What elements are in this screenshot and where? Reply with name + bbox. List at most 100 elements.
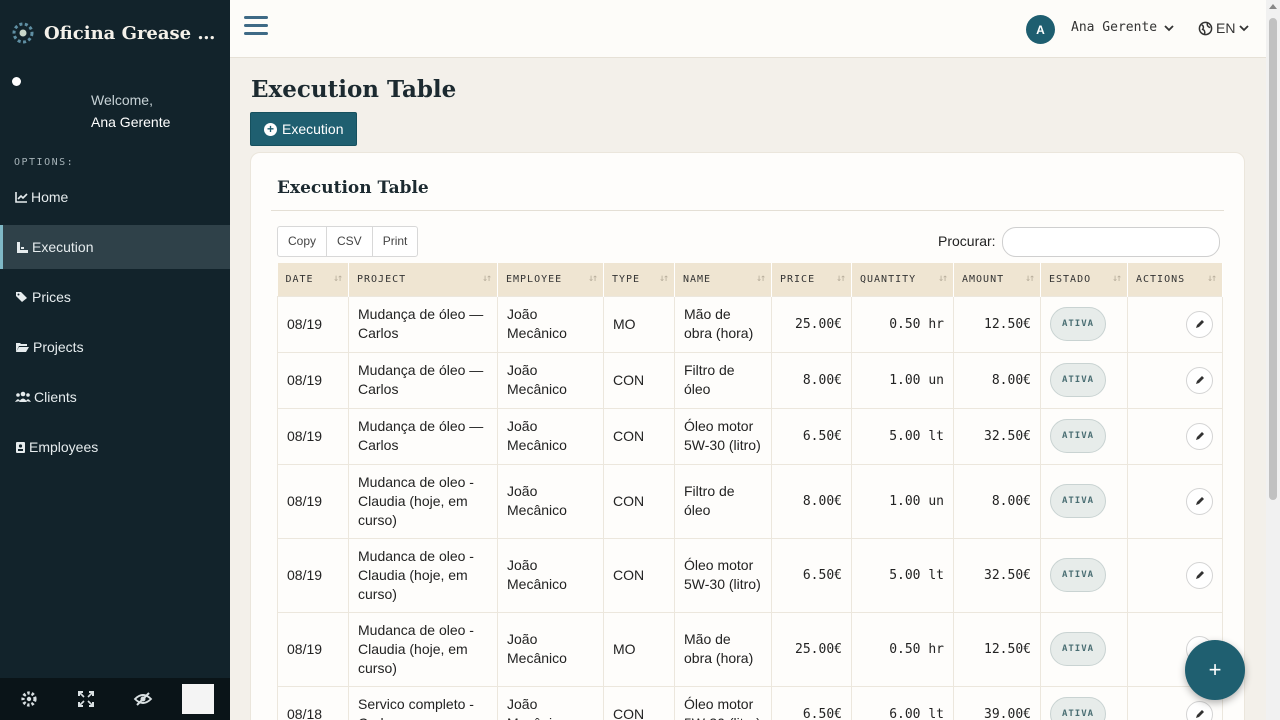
settings-button[interactable] [0, 678, 57, 720]
sort-icon: ↓↑ [937, 273, 948, 284]
cell-date: 08/19 [277, 463, 349, 539]
options-label: OPTIONS: [14, 157, 75, 168]
column-header-employee[interactable]: EMPLOYEE ↓↑ [497, 263, 604, 296]
sidebar-item-home[interactable]: Home [0, 175, 230, 219]
edit-button[interactable] [1186, 310, 1213, 338]
cell-name: Mão de obra (hora) [674, 611, 772, 687]
cell-amount: 8.00€ [953, 351, 1041, 409]
cell-amount: 39.00€ [953, 685, 1041, 720]
add-execution-label: Execution [282, 121, 344, 137]
column-header-type[interactable]: TYPE ↓↑ [603, 263, 675, 296]
cell-name: Filtro de óleo [674, 351, 772, 409]
sort-icon: ↓↑ [1206, 273, 1217, 284]
cell-type: CON [603, 537, 675, 613]
column-header-estado[interactable]: ESTADO ↓↑ [1040, 263, 1128, 296]
sort-icon: ↓↑ [1111, 273, 1122, 284]
sort-icon: ↓↑ [755, 273, 766, 284]
column-header-date[interactable]: DATE ↓↑ [277, 263, 349, 296]
welcome-text: Welcome, [91, 92, 153, 108]
folder-open-icon [16, 343, 29, 352]
menu-toggle-button[interactable] [244, 16, 268, 40]
sidebar-item-clients[interactable]: Clients [0, 375, 230, 419]
cell-amount: 12.50€ [953, 611, 1041, 687]
page-scrollbar[interactable] [1266, 0, 1280, 720]
cell-estado: ATIVA [1040, 295, 1128, 353]
cell-employee: João Mecânico [497, 685, 604, 720]
id-badge-icon [16, 441, 25, 453]
cell-estado: ATIVA [1040, 407, 1128, 465]
cell-actions [1127, 537, 1223, 613]
sidebar-item-projects[interactable]: Projects [0, 325, 230, 369]
column-header-name[interactable]: NAME ↓↑ [674, 263, 772, 296]
pencil-icon [1195, 497, 1204, 505]
cell-quantity: 1.00 un [851, 351, 954, 409]
sidebar-item-label: Prices [32, 289, 71, 305]
column-header-quantity[interactable]: QUANTITY ↓↑ [851, 263, 954, 296]
print-button[interactable]: Print [373, 227, 418, 256]
user-menu[interactable]: Ana Gerente [1071, 20, 1175, 35]
avatar[interactable]: A [1026, 15, 1055, 44]
fullscreen-button[interactable] [57, 678, 114, 720]
cell-estado: ATIVA [1040, 611, 1128, 687]
floating-add-button[interactable]: + [1185, 640, 1245, 700]
edit-button[interactable] [1186, 700, 1213, 720]
card-divider [271, 210, 1224, 211]
pencil-icon [1195, 710, 1204, 718]
cell-price: 25.00€ [771, 611, 852, 687]
cell-amount: 32.50€ [953, 537, 1041, 613]
search-input[interactable] [1002, 227, 1220, 257]
plus-circle-icon: + [264, 122, 277, 136]
csv-button[interactable]: CSV [327, 227, 373, 256]
sidebar-item-prices[interactable]: Prices [0, 275, 230, 319]
execution-card: Execution Table Copy CSV Print Procurar:… [250, 152, 1245, 720]
sort-icon: ↓↑ [1024, 273, 1035, 284]
scroll-up-arrow-icon[interactable] [1269, 4, 1277, 9]
column-header-amount[interactable]: AMOUNT ↓↑ [953, 263, 1041, 296]
edit-button[interactable] [1186, 422, 1213, 450]
expand-icon [77, 691, 94, 707]
brand[interactable]: Oficina Grease M... [0, 0, 230, 66]
edit-button[interactable] [1186, 366, 1213, 394]
cell-employee: João Mecânico [497, 295, 604, 353]
chevron-down-icon [1239, 25, 1250, 32]
app-title: Oficina Grease M... [44, 22, 230, 44]
add-execution-button[interactable]: + Execution [250, 112, 358, 146]
cell-date: 08/18 [277, 685, 349, 720]
column-header-price[interactable]: PRICE ↓↑ [771, 263, 852, 296]
cell-date: 08/19 [277, 295, 349, 353]
sidebar-item-execution[interactable]: Execution [0, 225, 230, 269]
cell-price: 25.00€ [771, 295, 852, 353]
edit-button[interactable] [1186, 561, 1213, 589]
cell-employee: João Mecânico [497, 537, 604, 613]
cell-amount: 12.50€ [953, 295, 1041, 353]
table-row: 08/19 Mudança de óleo — Carlos João Mecâ… [277, 295, 1223, 353]
language-menu[interactable]: EN [1198, 20, 1250, 36]
sidebar: Oficina Grease M... Welcome, Ana Gerente… [0, 0, 230, 720]
cell-date: 08/19 [277, 611, 349, 687]
table-row: 08/19 Mudança de óleo — Carlos João Mecâ… [277, 351, 1223, 409]
table-header-row: DATE ↓↑ PROJECT ↓↑ EMPLOYEE ↓↑ TYPE ↓↑ NAME ↓… [277, 263, 1223, 296]
status-badge: ATIVA [1050, 558, 1106, 592]
copy-button[interactable]: Copy [278, 227, 328, 256]
cell-project: Mudanca de oleo - Claudia (hoje, em curs… [348, 463, 498, 539]
cell-amount: 32.50€ [953, 407, 1041, 465]
theme-swatch[interactable] [182, 684, 214, 714]
pencil-icon [1195, 376, 1204, 384]
sort-icon: ↓↑ [332, 273, 343, 284]
sidebar-item-label: Home [31, 189, 69, 205]
cell-estado: ATIVA [1040, 463, 1128, 539]
cell-quantity: 1.00 un [851, 463, 954, 539]
sort-icon: ↓↑ [658, 273, 669, 284]
column-header-project[interactable]: PROJECT ↓↑ [348, 263, 498, 296]
cell-project: Mudança de óleo — Carlos [348, 351, 498, 409]
edit-button[interactable] [1186, 487, 1213, 515]
sidebar-item-employees[interactable]: Employees [0, 425, 230, 469]
scroll-thumb[interactable] [1269, 18, 1277, 500]
gear-logo-icon [10, 20, 36, 46]
cell-quantity: 0.50 hr [851, 611, 954, 687]
hide-sidebar-button[interactable] [114, 678, 171, 720]
cell-type: CON [603, 407, 675, 465]
column-header-actions[interactable]: ACTIONS ↓↑ [1127, 263, 1223, 296]
table-row: 08/18 Servico completo - Carlos João Mec… [277, 685, 1223, 720]
execution-table: DATE ↓↑ PROJECT ↓↑ EMPLOYEE ↓↑ TYPE ↓↑ NAME ↓… [277, 263, 1223, 720]
